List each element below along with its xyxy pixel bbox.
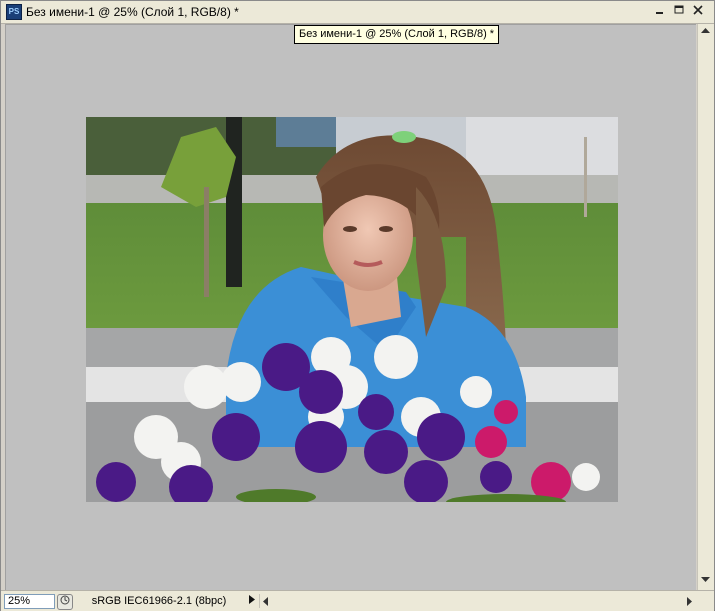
title-bar[interactable]: PS Без имени-1 @ 25% (Слой 1, RGB/8) * <box>1 1 714 24</box>
clock-icon <box>60 595 70 605</box>
photo-girl-with-petunias <box>86 117 618 502</box>
scroll-left-icon[interactable] <box>262 597 269 606</box>
document-image <box>86 117 618 502</box>
window-title: Без имени-1 @ 25% (Слой 1, RGB/8) * <box>26 5 239 19</box>
document-window: PS Без имени-1 @ 25% (Слой 1, RGB/8) * Б… <box>0 0 715 611</box>
canvas-area[interactable] <box>5 24 696 591</box>
horizontal-scrollbar[interactable] <box>259 594 696 608</box>
triangle-right-icon <box>249 595 255 604</box>
maximize-button[interactable] <box>672 5 686 18</box>
vertical-scrollbar[interactable] <box>697 24 714 590</box>
photoshop-icon: PS <box>6 4 22 20</box>
minimize-button[interactable] <box>653 5 667 18</box>
title-tooltip: Без имени-1 @ 25% (Слой 1, RGB/8) * <box>294 25 500 44</box>
maximize-icon <box>674 5 684 14</box>
scroll-down-icon[interactable] <box>701 576 710 583</box>
zoom-level-field[interactable]: 25% <box>4 594 55 609</box>
status-info-icon[interactable] <box>57 594 73 610</box>
scroll-up-icon[interactable] <box>701 27 710 34</box>
document-info: sRGB IEC61966-2.1 (8bpc) <box>91 595 227 607</box>
scroll-right-icon[interactable] <box>686 597 693 606</box>
status-bar: 25% sRGB IEC61966-2.1 (8bpc) <box>1 590 714 611</box>
minimize-icon <box>656 12 663 14</box>
close-button[interactable] <box>691 5 705 18</box>
close-icon <box>693 5 703 15</box>
status-menu-button[interactable] <box>246 594 258 608</box>
